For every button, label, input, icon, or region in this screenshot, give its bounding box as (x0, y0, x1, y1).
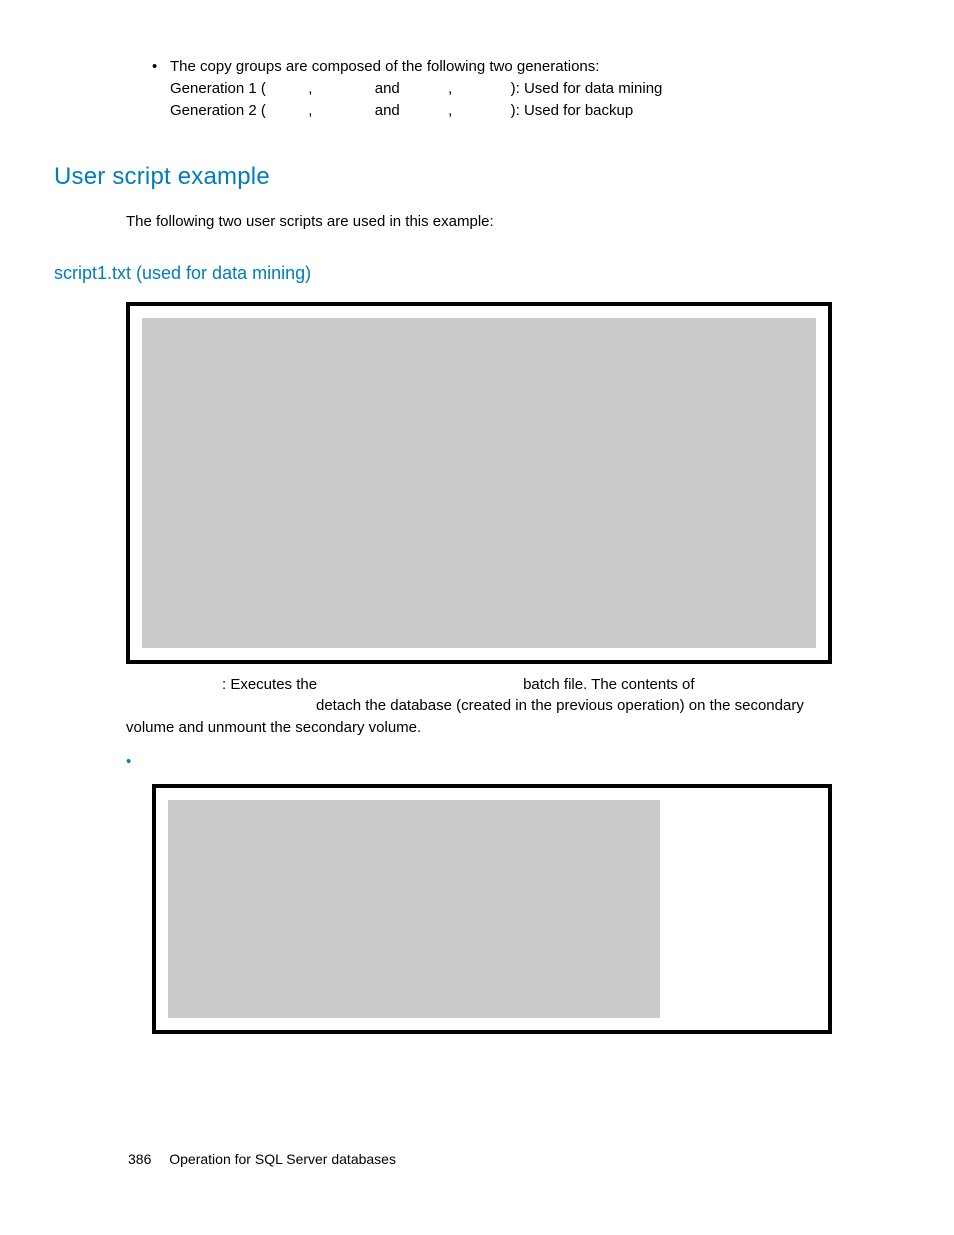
code-block-content-1 (142, 318, 816, 648)
after-line2: detach the database (created in the prev… (126, 697, 804, 736)
bullet-intro-text: The copy groups are composed of the foll… (170, 56, 599, 78)
heading-script1: script1.txt (used for data mining) (54, 263, 832, 284)
after-line1-a: : Executes the (222, 674, 317, 696)
and-word: and (375, 80, 400, 97)
generation-2-line: Generation 2 ( , and , ): Used for backu… (170, 100, 832, 123)
after-box-paragraph: : Executes the batch file. The contents … (126, 674, 832, 739)
gen2-suffix: ): Used for backup (511, 102, 634, 119)
generation-1-line: Generation 1 ( , and , ): Used for data … (170, 78, 832, 101)
page-footer: 386 Operation for SQL Server databases (128, 1151, 396, 1167)
gen2-prefix: Generation 2 ( (170, 102, 266, 119)
code-block-frame-1 (126, 302, 832, 664)
code-block-frame-2 (152, 784, 832, 1034)
code-block-content-2 (168, 800, 660, 1018)
blue-bullet-icon: • (126, 753, 832, 770)
page-number: 386 (128, 1151, 151, 1167)
bullet-dot-icon: • (152, 56, 170, 78)
gen1-prefix: Generation 1 ( (170, 80, 266, 97)
bullet-item: • The copy groups are composed of the fo… (152, 56, 832, 78)
comma: , (308, 102, 312, 119)
after-line1-b: batch file. The contents of (523, 674, 695, 696)
and-word: and (375, 102, 400, 119)
comma: , (448, 102, 452, 119)
bullet-list: • The copy groups are composed of the fo… (152, 56, 832, 123)
intro-paragraph: The following two user scripts are used … (126, 211, 832, 233)
comma: , (448, 80, 452, 97)
chapter-name: Operation for SQL Server databases (169, 1151, 396, 1167)
heading-user-script-example: User script example (54, 163, 832, 191)
comma: , (308, 80, 312, 97)
gen1-suffix: ): Used for data mining (511, 80, 663, 97)
page-container: • The copy groups are composed of the fo… (0, 0, 954, 1235)
